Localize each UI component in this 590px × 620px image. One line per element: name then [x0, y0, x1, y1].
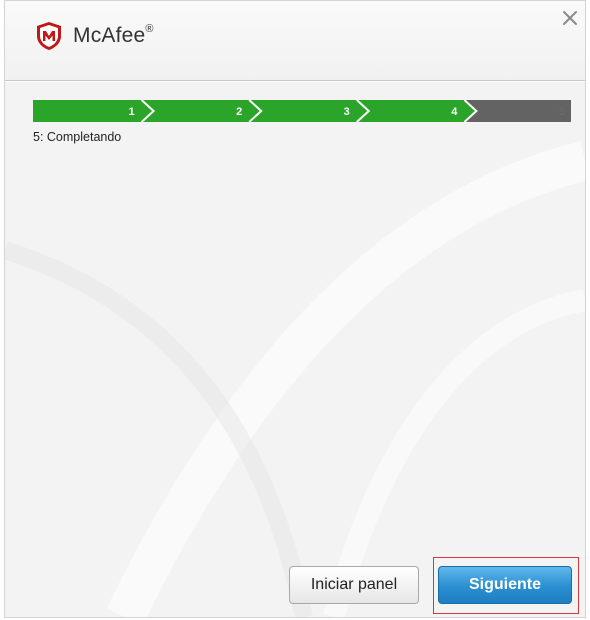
step-number-4: 4 — [451, 106, 458, 118]
step-number-3: 3 — [344, 106, 350, 118]
step-number-5: 5 — [559, 106, 565, 118]
mcafee-shield-icon — [37, 22, 61, 50]
close-icon — [563, 11, 577, 25]
step-number-2: 2 — [236, 106, 242, 118]
background-swoosh — [5, 141, 585, 617]
current-step-label: 5: Completando — [33, 130, 122, 144]
installer-window: McAfee® 1 2 3 4 5 5: Completando Iniciar pan… — [4, 0, 586, 618]
step-number-1: 1 — [128, 106, 134, 118]
brand-name: McAfee® — [73, 23, 154, 47]
step-segment-1 — [33, 100, 153, 122]
step-segment-2 — [140, 100, 261, 122]
step-segment-3 — [248, 100, 368, 122]
close-button[interactable] — [559, 7, 581, 29]
title-bar: McAfee® — [5, 1, 585, 81]
launch-dashboard-button[interactable]: Iniciar panel — [289, 566, 419, 604]
next-button[interactable]: Siguiente — [438, 566, 572, 604]
mcafee-logo: McAfee® — [35, 21, 154, 51]
step-segment-4 — [355, 100, 476, 122]
step-segment-5 — [463, 100, 571, 122]
progress-stepper: 1 2 3 4 5 — [33, 100, 571, 122]
